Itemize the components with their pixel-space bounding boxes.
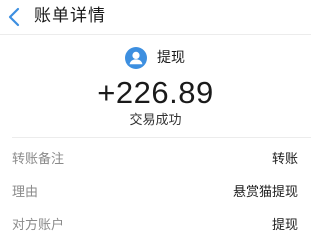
chevron-left-icon[interactable] <box>7 7 21 27</box>
detail-row-reason: 理由 悬赏猫提现 <box>0 183 311 203</box>
transaction-status: 交易成功 <box>129 113 182 128</box>
transaction-amount: +226.89 <box>97 75 214 110</box>
detail-value: 悬赏猫提现 <box>232 185 298 200</box>
detail-value: 提现 <box>271 218 298 233</box>
transaction-summary: 提现 +226.89 交易成功 <box>0 35 311 136</box>
detail-row-counterparty-account[interactable]: 对方账户 提现 <box>0 216 311 236</box>
page-title: 账单详情 <box>34 6 106 26</box>
counterpart-name: 提现 <box>157 50 185 66</box>
detail-label: 对方账户 <box>12 218 65 233</box>
detail-value: 转账 <box>271 152 298 167</box>
app-header: 账单详情 <box>0 0 311 34</box>
detail-label: 转账备注 <box>12 152 65 167</box>
detail-label: 理由 <box>12 185 39 200</box>
detail-row-remark: 转账备注 转账 <box>0 150 311 170</box>
user-avatar-icon <box>125 47 147 69</box>
details-divider <box>12 137 311 138</box>
